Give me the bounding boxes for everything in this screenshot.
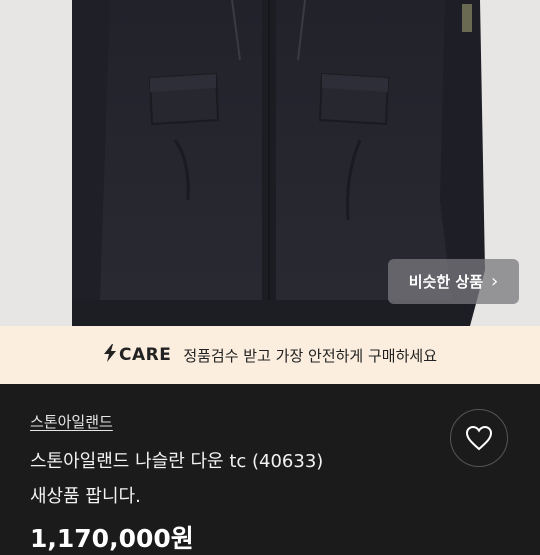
product-image[interactable]: 비슷한 상품 › bbox=[0, 0, 540, 326]
chevron-right-icon: › bbox=[491, 270, 499, 292]
product-info: 스톤아일랜드 스톤아일랜드 나슬란 다운 tc (40633) 새상품 팝니다.… bbox=[0, 384, 540, 553]
care-logo: CARE bbox=[103, 343, 172, 367]
similar-products-button[interactable]: 비슷한 상품 › bbox=[388, 259, 519, 304]
similar-products-label: 비슷한 상품 bbox=[408, 273, 484, 291]
lightning-bolt-icon bbox=[103, 343, 117, 367]
product-price: 1,170,000원 bbox=[30, 524, 194, 553]
care-brand: CARE bbox=[118, 345, 172, 365]
care-message: 정품검수 받고 가장 안전하게 구매하세요 bbox=[183, 346, 438, 365]
product-subtitle: 새상품 팝니다. bbox=[30, 486, 141, 507]
heart-outline-icon bbox=[465, 425, 493, 451]
brand-link[interactable]: 스톤아일랜드 bbox=[30, 411, 113, 432]
care-banner[interactable]: CARE 정품검수 받고 가장 안전하게 구매하세요 bbox=[0, 326, 540, 384]
like-button[interactable] bbox=[450, 409, 508, 467]
product-title: 스톤아일랜드 나슬란 다운 tc (40633) bbox=[30, 451, 324, 472]
